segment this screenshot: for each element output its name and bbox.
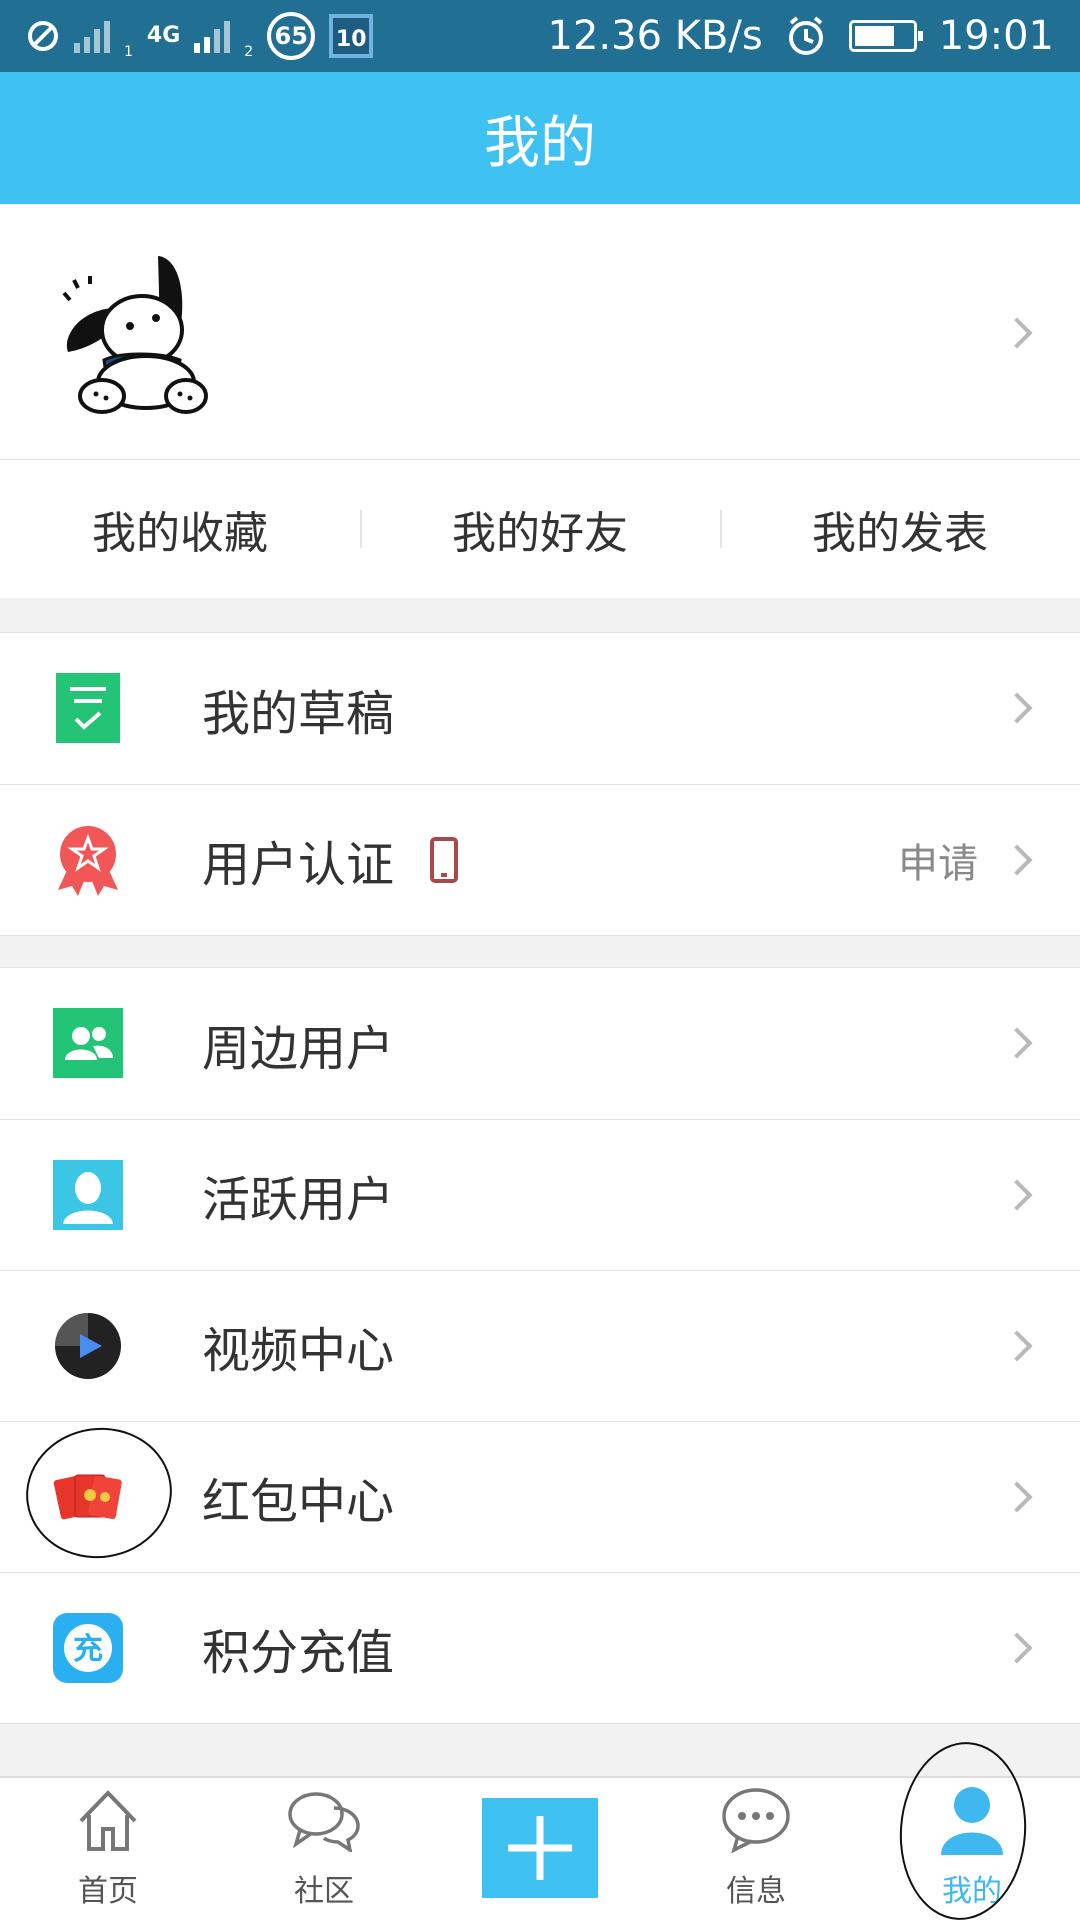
active-user-icon [53,1160,123,1230]
profile-card[interactable] [0,204,1080,460]
menu-item-video-center[interactable]: 视频中心 [0,1270,1080,1421]
sim2-label: 2 [244,44,254,60]
community-chat-icon [284,1780,364,1860]
menu-item-label: 活跃用户 [202,1172,395,1228]
menu-item-drafts[interactable]: 我的草稿 [0,633,1080,784]
video-play-icon [53,1311,123,1381]
nav-tab-label: 首页 [78,1874,138,1909]
nav-tab-community[interactable]: 社区 [216,1778,432,1920]
nav-tab-messages[interactable]: 信息 [648,1778,864,1920]
alarm-icon [788,16,823,55]
nav-tab-label: 社区 [294,1874,354,1909]
network-speed: 12.36 KB/s [547,13,763,59]
chevron-right-icon [1001,844,1033,876]
signal-strength-icon [74,19,110,53]
nav-tab-add[interactable] [432,1778,648,1920]
menu-item-label: 我的草稿 [202,685,395,742]
menu-item-label: 用户认证 [202,837,395,893]
chevron-right-icon [1001,317,1033,349]
chevron-right-icon [1001,1330,1033,1362]
chevron-right-icon [1001,1027,1033,1059]
avatar[interactable] [60,248,210,418]
battery-icon [848,20,923,52]
chevron-right-icon [1001,1179,1033,1211]
menu-item-points-recharge[interactable]: 充 积分充值 [0,1572,1080,1723]
menu-item-label: 积分充值 [202,1625,395,1681]
calendar-icon: 10 [329,14,374,58]
nav-tab-home[interactable]: 首页 [0,1778,216,1920]
menu-item-nearby-users[interactable]: 周边用户 [0,968,1080,1119]
quick-link-favorites[interactable]: 我的收藏 [0,460,360,598]
apply-link[interactable]: 申请 [898,831,978,889]
recharge-icon-text: 充 [73,1632,103,1667]
menu-item-label: 周边用户 [202,1020,395,1077]
recharge-icon: 充 [53,1613,123,1683]
home-icon [68,1780,148,1860]
nav-tab-label: 信息 [726,1874,786,1909]
draft-icon [53,673,123,743]
status-bar: 1 4G 2 65 10 12.36 KB/s 19:01 [0,0,1080,72]
network-type: 4G [146,23,181,48]
chevron-right-icon [1001,1632,1033,1664]
page-title: 我的 [0,72,1080,204]
menu-item-label: 红包中心 [202,1474,395,1530]
notification-count-badge: 65 [267,12,316,60]
menu-item-active-users[interactable]: 活跃用户 [0,1119,1080,1270]
sim1-label: 1 [124,44,133,60]
badge-star-icon [53,825,123,896]
clock-time: 19:01 [938,13,1054,59]
quick-link-posts[interactable]: 我的发表 [720,460,1080,598]
menu-item-verification[interactable]: 用户认证 申请 [0,784,1080,935]
nearby-users-icon [53,1008,123,1078]
menu-group-features: 周边用户 活跃用户 视频中心 红包中心 充 积分充值 [0,967,1080,1724]
quick-link-friends[interactable]: 我的好友 [360,460,720,598]
no-disturb-icon [28,21,58,51]
message-icon [716,1780,796,1860]
phone-icon [430,837,458,883]
chevron-right-icon [1001,692,1033,724]
quick-links: 我的收藏 我的好友 我的发表 [0,460,1080,598]
chevron-right-icon [1001,1481,1033,1513]
menu-item-label: 视频中心 [202,1323,395,1379]
signal-strength-icon [194,19,231,53]
menu-group-account: 我的草稿 用户认证 申请 [0,632,1080,936]
plus-icon[interactable] [482,1798,598,1898]
